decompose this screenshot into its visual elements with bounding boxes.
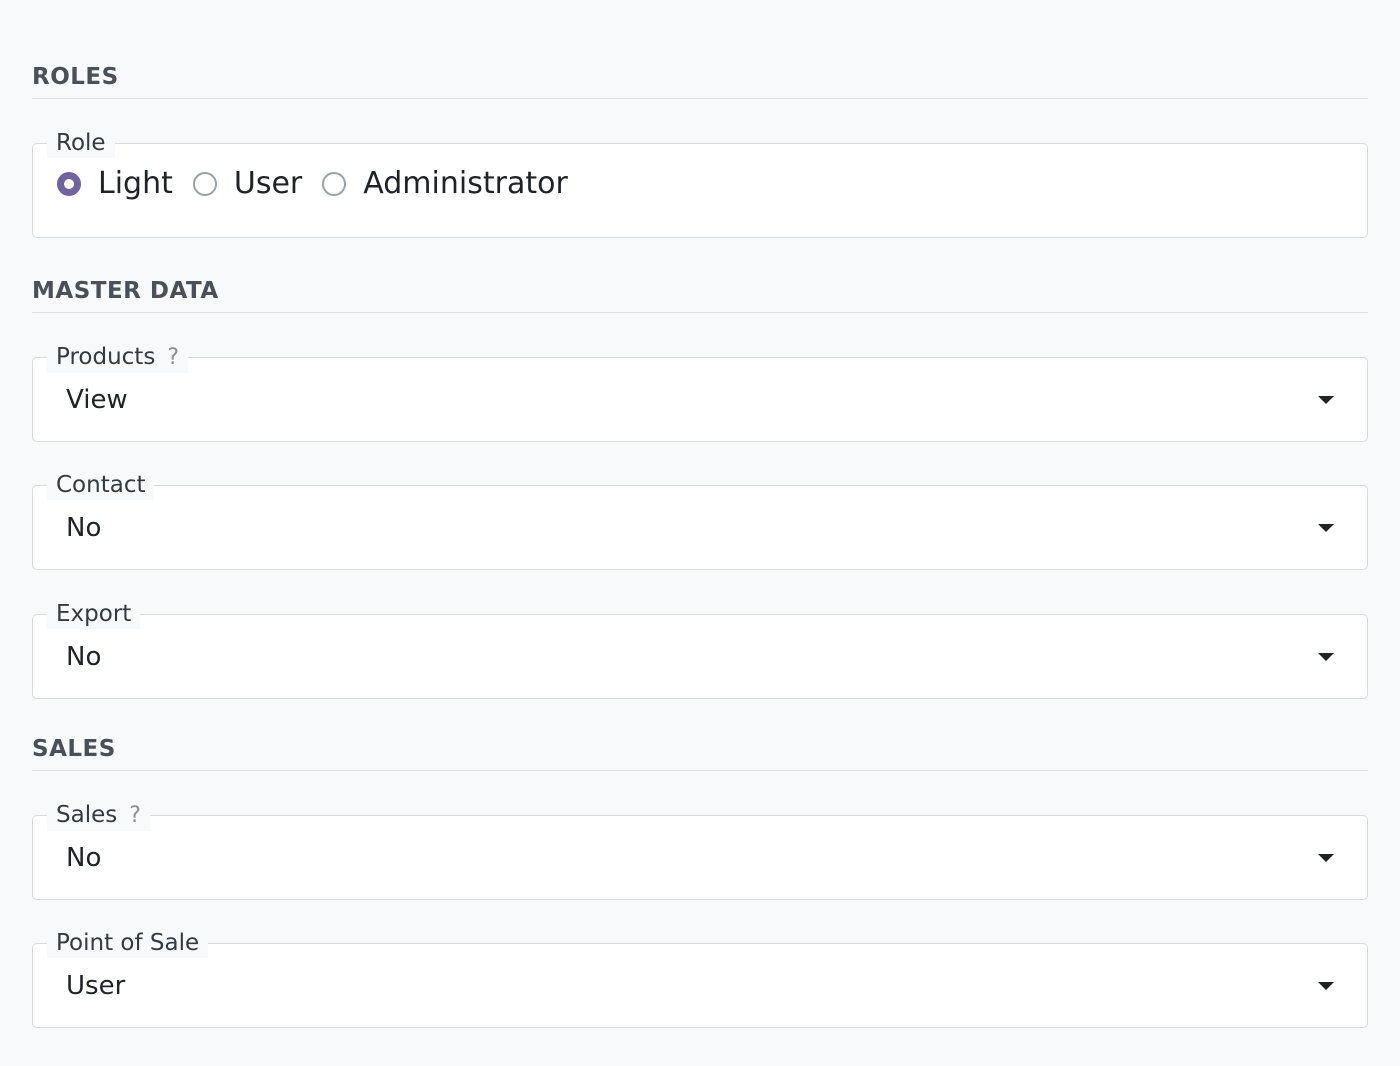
- role-option-label: Light: [98, 166, 173, 201]
- caret-down-icon[interactable]: [1318, 523, 1334, 532]
- role-option-label: Administrator: [363, 166, 568, 201]
- role-option-light[interactable]: Light: [57, 166, 173, 201]
- point-of-sale-select-value: User: [66, 970, 126, 1001]
- contact-select[interactable]: Contact No: [32, 470, 1368, 570]
- products-legend: Products?: [47, 342, 188, 373]
- caret-down-icon[interactable]: [1318, 652, 1334, 661]
- sales-legend: Sales?: [47, 800, 150, 831]
- roles-section-divider: [32, 98, 1368, 99]
- role-fieldset: Role Light User Administrator: [32, 128, 1368, 238]
- products-select-value: View: [66, 384, 128, 415]
- role-legend: Role: [47, 128, 115, 158]
- caret-down-icon[interactable]: [1318, 853, 1334, 862]
- radio-checked-icon[interactable]: [57, 171, 81, 196]
- sales-section-title: SALES: [32, 736, 116, 762]
- help-question-icon[interactable]: ?: [129, 803, 141, 828]
- role-option-user[interactable]: User: [192, 166, 303, 201]
- master-data-section-divider: [32, 312, 1368, 313]
- contact-select-value: No: [66, 512, 102, 543]
- role-option-label: User: [233, 166, 303, 201]
- sales-select-value: No: [66, 842, 102, 873]
- export-select[interactable]: Export No: [32, 599, 1368, 699]
- export-legend: Export: [47, 599, 141, 629]
- point-of-sale-select[interactable]: Point of Sale User: [32, 928, 1368, 1028]
- role-radio-group: Light User Administrator: [57, 166, 588, 201]
- export-select-value: No: [66, 641, 102, 672]
- role-option-administrator[interactable]: Administrator: [322, 166, 568, 201]
- master-data-section-title: MASTER DATA: [32, 278, 219, 304]
- roles-section-title: ROLES: [32, 64, 119, 90]
- caret-down-icon[interactable]: [1318, 981, 1334, 990]
- sales-section-divider: [32, 770, 1368, 771]
- products-label: Products: [56, 344, 156, 370]
- caret-down-icon[interactable]: [1318, 395, 1334, 404]
- point-of-sale-legend: Point of Sale: [47, 928, 209, 958]
- contact-legend: Contact: [47, 470, 155, 500]
- help-question-icon[interactable]: ?: [167, 345, 179, 370]
- radio-unchecked-icon[interactable]: [322, 171, 347, 196]
- radio-unchecked-icon[interactable]: [192, 171, 217, 196]
- products-select[interactable]: Products? View: [32, 342, 1368, 442]
- sales-select[interactable]: Sales? No: [32, 800, 1368, 900]
- sales-label: Sales: [56, 802, 118, 828]
